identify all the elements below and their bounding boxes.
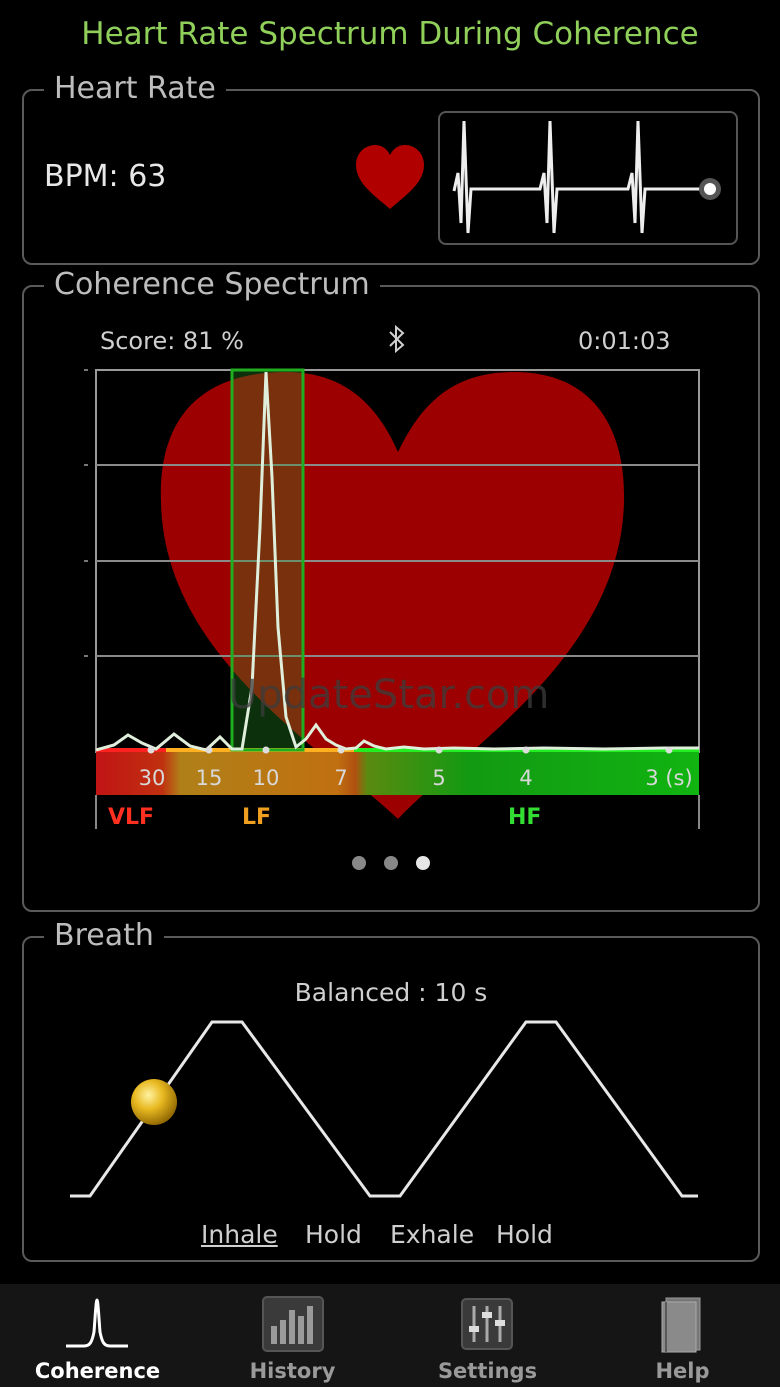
phase-hold-2: Hold: [496, 1220, 553, 1249]
tab-settings[interactable]: Settings: [390, 1284, 585, 1387]
heart-rate-panel: Heart Rate BPM: 63: [22, 71, 760, 265]
bpm-readout: BPM: 63: [44, 159, 167, 194]
ecg-waveform: [452, 120, 721, 234]
ecg-monitor: [438, 111, 738, 245]
breath-pacer: [70, 1020, 698, 1198]
band-label-vlf: VLF: [108, 805, 155, 830]
band-strip: [96, 750, 699, 795]
x-tick-label: 5: [432, 766, 445, 790]
x-tick-dot: [337, 746, 345, 754]
heart-icon: [356, 145, 424, 209]
page-dot[interactable]: [384, 856, 398, 870]
coherence-spectrum-panel: Coherence Spectrum Score: 81 % 0:01:03 3…: [22, 267, 760, 912]
x-tick-dot: [435, 746, 443, 754]
page-indicator[interactable]: [24, 855, 758, 874]
heart-rate-legend: Heart Rate: [44, 71, 226, 107]
band-label-lf: LF: [242, 805, 272, 830]
phase-exhale: Exhale: [390, 1220, 475, 1249]
coherence-spectrum-legend: Coherence Spectrum: [44, 267, 380, 303]
tab-bar: Coherence History Settings Help: [0, 1284, 780, 1387]
phase-hold-1: Hold: [305, 1220, 362, 1249]
coherence-score: Score: 81 %: [100, 327, 244, 355]
tab-help-label: Help: [655, 1359, 710, 1383]
tab-history[interactable]: History: [195, 1284, 390, 1387]
tab-history-label: History: [249, 1359, 336, 1383]
x-tick-dot: [262, 746, 270, 754]
phase-inhale: Inhale: [201, 1220, 278, 1249]
tab-settings-label: Settings: [437, 1359, 538, 1383]
settings-sliders-icon: [461, 1298, 513, 1350]
breath-panel: Breath Balanced : 10 s Inhale Hold Exhal…: [22, 918, 760, 1262]
x-tick-label: 30: [139, 766, 166, 790]
x-tick-label: 4: [519, 766, 532, 790]
page-dot[interactable]: [352, 856, 366, 870]
session-timer: 0:01:03: [578, 327, 671, 355]
x-tick-dot: [665, 746, 673, 754]
bluetooth-icon: [389, 324, 405, 354]
tab-coherence[interactable]: Coherence: [0, 1284, 195, 1387]
spectrum-chart: 30 15 10 7 5 4 3 (s): [84, 368, 700, 829]
screen-title: Heart Rate Spectrum During Coherence: [81, 16, 699, 52]
band-label-hf: HF: [508, 805, 542, 830]
x-tick-dot: [522, 746, 530, 754]
x-tick-label: 10: [253, 766, 280, 790]
x-tick-label: 15: [196, 766, 223, 790]
breath-pacer-ball: [131, 1079, 177, 1125]
tab-help[interactable]: Help: [585, 1284, 780, 1387]
watermark: UpdateStar.com: [228, 672, 550, 718]
x-tick-label: 3 (s): [645, 766, 692, 790]
help-book-icon: [661, 1297, 701, 1353]
coherence-peak-icon: [66, 1298, 128, 1348]
tab-coherence-label: Coherence: [34, 1359, 161, 1383]
x-tick-dot: [205, 746, 213, 754]
x-tick-label: 7: [334, 766, 347, 790]
page-dot-active[interactable]: [416, 856, 430, 870]
x-tick-dot: [147, 746, 155, 754]
history-bars-icon: [262, 1296, 324, 1352]
